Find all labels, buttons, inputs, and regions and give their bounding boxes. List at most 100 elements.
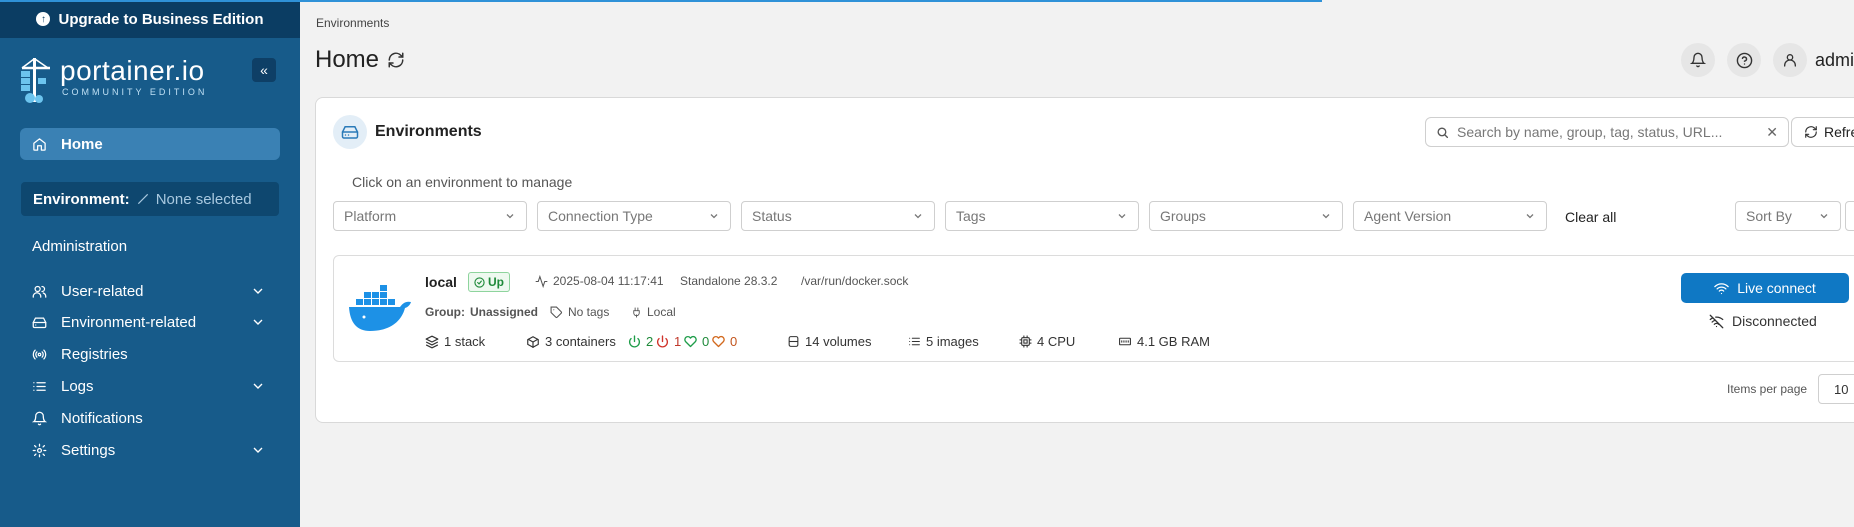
tags-text: No tags (568, 305, 610, 319)
sidebar-item-user-related[interactable]: User-related (32, 279, 266, 303)
check-circle-icon (474, 276, 485, 288)
slash-icon (137, 193, 148, 205)
refresh-icon (1805, 126, 1817, 138)
refresh-button[interactable]: Refresh (1791, 117, 1854, 147)
breadcrumb[interactable]: Environments (316, 16, 389, 30)
clear-all-filters-button[interactable]: Clear all (1565, 209, 1616, 225)
sort-by-select[interactable]: Sort By (1735, 201, 1841, 231)
locality-text: Local (647, 305, 676, 319)
cpu-count: 4 CPU (1019, 334, 1075, 349)
sidebar-item-logs[interactable]: Logs (32, 374, 266, 398)
upgrade-button[interactable]: ↑ Upgrade to Business Edition (0, 0, 300, 38)
list-icon (33, 381, 46, 391)
clear-search-icon[interactable]: ✕ (1766, 124, 1778, 141)
chevron-down-icon[interactable] (250, 283, 266, 299)
stopped-count: 1 (656, 334, 681, 349)
heart-crack-icon (712, 335, 725, 348)
cpu-icon (1019, 335, 1032, 348)
sidebar-item-settings[interactable]: Settings (32, 438, 266, 462)
filter-label: Groups (1160, 208, 1206, 224)
environment-group: Group: Unassigned (425, 305, 538, 319)
refresh-label: Refresh (1824, 124, 1854, 140)
filter-tags[interactable]: Tags (945, 201, 1139, 231)
running-count-text: 2 (646, 334, 654, 349)
unhealthy-count: 0 (712, 334, 737, 349)
heart-icon (684, 335, 697, 348)
healthy-count-text: 0 (702, 334, 710, 349)
filter-connection-type[interactable]: Connection Type (537, 201, 731, 231)
sidebar-item-environment-related[interactable]: Environment-related (32, 310, 266, 334)
environments-panel: Environments ✕ Refresh Click on an envir… (315, 97, 1854, 423)
chevron-down-icon[interactable] (250, 314, 266, 330)
image-count: 5 images (908, 334, 979, 349)
search-box[interactable]: ✕ (1425, 117, 1789, 147)
sidebar-item-label: Settings (61, 441, 116, 459)
plug-icon (633, 306, 640, 318)
wifi-off-icon (1709, 314, 1724, 328)
environment-value: None selected (155, 190, 252, 208)
collapse-sidebar-button[interactable]: « (252, 58, 276, 82)
user-menu-button[interactable] (1773, 43, 1807, 77)
environment-tags: No tags (550, 305, 609, 319)
chevron-down-icon[interactable] (250, 378, 266, 394)
environment-selector[interactable]: Environment: None selected (21, 182, 279, 216)
filter-label: Tags (956, 208, 986, 224)
tag-icon (550, 306, 562, 318)
bell-icon (32, 411, 47, 425)
user-name[interactable]: admin (1815, 50, 1854, 71)
running-count: 2 (628, 334, 653, 349)
sidebar-item-notifications[interactable]: Notifications (32, 406, 266, 430)
sidebar-item-home[interactable]: Home (20, 128, 280, 160)
double-chevron-left-icon: « (260, 62, 268, 78)
chevron-down-icon (710, 214, 718, 219)
stack-count-text: 1 stack (444, 334, 486, 349)
page-title: Home (315, 46, 405, 74)
sidebar-item-label: Registries (61, 345, 128, 363)
notifications-button[interactable] (1681, 43, 1715, 77)
help-circle-icon (1736, 52, 1752, 68)
environment-locality: Local (631, 305, 676, 319)
filter-platform[interactable]: Platform (333, 201, 527, 231)
filter-groups[interactable]: Groups (1149, 201, 1343, 231)
live-connect-label: Live connect (1737, 280, 1816, 296)
hard-drive-icon (32, 317, 47, 328)
database-icon (788, 336, 799, 347)
live-connect-button[interactable]: Live connect (1681, 273, 1849, 303)
sort-order-button[interactable] (1845, 201, 1854, 231)
logo-edition: COMMUNITY EDITION (62, 87, 208, 97)
logo-name: portainer.io (60, 55, 205, 86)
activity-icon (535, 274, 548, 288)
users-icon (32, 285, 47, 298)
portainer-crane-icon (21, 58, 50, 103)
administration-heading: Administration (32, 238, 128, 255)
page-title-text: Home (315, 46, 380, 73)
chevron-down-icon[interactable] (250, 442, 266, 458)
timestamp-text: 2025-08-04 11:17:41 (553, 274, 664, 288)
refresh-icon[interactable] (387, 51, 405, 69)
portainer-logo[interactable]: portainer.io COMMUNITY EDITION (18, 56, 207, 104)
environment-name[interactable]: local (425, 274, 457, 290)
sidebar-item-registries[interactable]: Registries (32, 342, 266, 366)
connection-status: Disconnected (1709, 313, 1817, 329)
search-input[interactable] (1457, 124, 1747, 140)
container-count: 3 containers (526, 334, 616, 349)
items-per-page-select[interactable]: 10 (1818, 374, 1854, 404)
help-button[interactable] (1727, 43, 1761, 77)
gear-icon (32, 443, 47, 457)
upgrade-label: Upgrade to Business Edition (58, 10, 264, 28)
stack-count: 1 stack (425, 334, 485, 349)
container-count-text: 3 containers (545, 334, 616, 349)
chevron-down-icon (1118, 214, 1126, 219)
filter-label: Platform (344, 208, 397, 224)
environment-item-local[interactable]: local Up 2025-08-04 11:17:41 Standalone … (333, 255, 1854, 362)
sidebar-item-label: Notifications (61, 409, 143, 427)
connection-status-text: Disconnected (1732, 313, 1817, 329)
environments-panel-title: Environments (375, 123, 482, 140)
home-icon (33, 137, 46, 151)
chevron-down-icon (1322, 214, 1330, 219)
chevron-down-icon (1526, 214, 1534, 219)
sidebar-item-label: Logs (61, 377, 94, 395)
radio-icon (32, 349, 47, 359)
filter-agent-version[interactable]: Agent Version (1353, 201, 1547, 231)
filter-status[interactable]: Status (741, 201, 935, 231)
